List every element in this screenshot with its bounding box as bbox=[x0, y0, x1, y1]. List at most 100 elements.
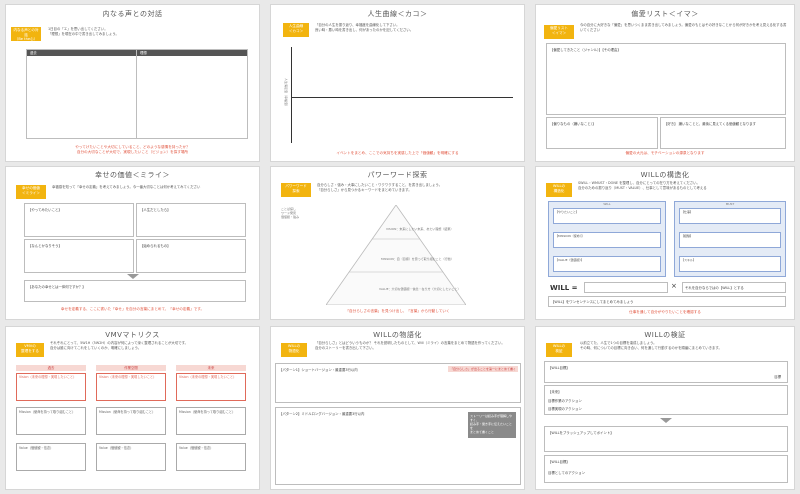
panel-power-word: パワーワード探索 パワーワード 探索 自分らしさ・強み・大事にしたいこと・ワクワ… bbox=[270, 166, 525, 320]
story-short-box[interactable]: 【パターン1】ショートバージョン・最重要3行以内 「自分らしさ」が出ることを第一… bbox=[275, 363, 521, 403]
will-sentence-box[interactable]: 【WILL】をワンセンテンスにしてまとめてみましょう bbox=[548, 296, 786, 307]
panel-will-story: WILLの物語化 WILLの 物語化 「自分らしさ」とはどういうものか？ それを… bbox=[270, 326, 525, 490]
x-axis bbox=[291, 97, 513, 98]
y-axis bbox=[291, 47, 292, 143]
like-label: 【好き】 嫌いなことと、最後に見えてくる価値観となります bbox=[664, 122, 757, 126]
panel-inner-voice: 内なる声との対話 内なる声との対話 （Be the心） 1日目の「エ」を思い出し… bbox=[5, 4, 260, 162]
panel-desc: 「自分の人生を振り返り、幸福度を曲線化して下さい。 良い時・悪い時を書き出し、何… bbox=[315, 23, 414, 32]
panel-title: VMVマトリクス bbox=[105, 331, 160, 339]
col-header-work: 作業空間 bbox=[96, 365, 166, 371]
will-label: WILL bbox=[603, 202, 611, 206]
story-long-label: 【パターン2】ミドルロングバージョン・最重要3行以内 bbox=[279, 412, 365, 416]
formula-box-label: それを自分ならではの【WILL】とする bbox=[685, 286, 744, 290]
will-goal-box[interactable]: 【WILL目標】 目標 bbox=[544, 361, 788, 383]
panel-title: 幸せの価値＜ミライ＞ bbox=[95, 171, 170, 179]
q3-label: 【なんとかなりそう】 bbox=[28, 244, 62, 248]
q2-label: 【人生だとしたら】 bbox=[140, 208, 171, 212]
dislike-box[interactable]: 【偏りなもの（嫌いなこと）】 bbox=[546, 117, 658, 149]
panel-will-verify: WILLの検証 WILLの 検証 以前立てた、人生で1つの目標を達成しましょう。… bbox=[535, 326, 795, 490]
times-sign: × bbox=[671, 282, 677, 290]
final-goal-label: 【WILL目標】 bbox=[548, 460, 570, 464]
panel-happiness: 幸せの価値＜ミライ＞ 幸せの価値 ＜ミライ＞ 幸福感を知って「幸せの定義」を考え… bbox=[5, 166, 260, 320]
value-cell-3[interactable]: Value（価値観・信念） bbox=[176, 443, 246, 471]
panel-desc: 「自分らしさ」とはどういうものか？ それを説明したものとして、Will（ミライ）… bbox=[315, 341, 505, 350]
final-goal-box[interactable]: 【WILL目標】 目標としてのアクション bbox=[544, 455, 788, 483]
future-box[interactable]: 理想 bbox=[136, 49, 248, 139]
q4-label: 【始められるもの】 bbox=[140, 244, 171, 248]
must-row-1[interactable]: 【仕事】 bbox=[679, 208, 781, 224]
panel-desc: 今の自分に大好きな「偏愛」を思いつくまま書き出してみましょう。偏愛のもとはその好… bbox=[580, 23, 787, 32]
past-box[interactable]: 過去 bbox=[26, 49, 138, 139]
vision-cell-3[interactable]: Vision（未来の理想・実現したいこと） bbox=[176, 373, 246, 401]
panel-note: 「自分らしさの言葉」を見つけ出し、「言葉」から行動していく bbox=[345, 309, 450, 313]
must-row-3[interactable]: 【スキル】 bbox=[679, 256, 781, 272]
panel-title: 偏愛リスト＜イマ＞ bbox=[631, 10, 699, 18]
panel-note: やってけたいことや大切にしていること、どのような感情を持ったか？ 自分の大切なこ… bbox=[75, 145, 190, 154]
panel-title: 人生曲線＜カコ＞ bbox=[367, 10, 428, 18]
q2-box[interactable]: 【人生だとしたら】 bbox=[136, 203, 246, 237]
panel-desc: 1日目の「エ」を思い出してください。 「理想」を現在の中で書き出してみましょう。 bbox=[48, 27, 119, 36]
future-action-1: 目標作業のアクション bbox=[548, 399, 582, 403]
formula-will: WILL = bbox=[550, 284, 578, 292]
will-row-2[interactable]: 【MISSION（使命）】 bbox=[553, 232, 661, 248]
story-short-label: 【パターン1】ショートバージョン・最重要3行以内 bbox=[279, 368, 358, 372]
panel-title: パワーワード探索 bbox=[367, 171, 428, 179]
will-sentence-label: 【WILL】をワンセンテンスにしてまとめてみましょう bbox=[551, 300, 634, 304]
panel-tag: 幸せの価値 ＜ミライ＞ bbox=[16, 185, 46, 199]
brushup-box[interactable]: 【WILLをブラッシュアップしてポイント】 bbox=[544, 426, 788, 452]
panel-tag: パワーワード 探索 bbox=[281, 183, 311, 197]
col-header-past: 過去 bbox=[16, 365, 86, 371]
q1-label: 【やってみたいこと】 bbox=[28, 208, 62, 212]
formula-input-1[interactable] bbox=[584, 282, 668, 293]
panel-title: WILLの構造化 bbox=[640, 171, 690, 179]
mission-cell-3[interactable]: Mission（使命を持って取り組むこと） bbox=[176, 407, 246, 435]
value-cell-2[interactable]: Value（価値観・信念） bbox=[96, 443, 166, 471]
mission-cell-2[interactable]: Mission（使命を持って取り組むこと） bbox=[96, 407, 166, 435]
mission-cell-1[interactable]: Mission（使命を持って取り組むこと） bbox=[16, 407, 86, 435]
favorite-box[interactable]: 【偏愛してきたこと（ジャンル）】【その理由】 bbox=[546, 43, 786, 115]
must-row-2[interactable]: 【経験】 bbox=[679, 232, 781, 248]
side-notes: ことば探し ワード発見 価値観・強み bbox=[281, 207, 300, 219]
must-label: MUST bbox=[725, 202, 735, 206]
must-area: MUST 【仕事】 【経験】 【スキル】 bbox=[674, 201, 786, 277]
panel-tag: 偏愛リスト ＜イマ＞ bbox=[544, 25, 574, 39]
panel-life-curve: 人生曲線＜カコ＞ 人生曲線 ＜カコ＞ 「自分の人生を振り返り、幸福度を曲線化して… bbox=[270, 4, 525, 162]
will-row-3[interactable]: 【VALUE（価値観）】 bbox=[553, 256, 661, 272]
vision-cell-1[interactable]: Vision（未来の理想・実現したいこと） bbox=[16, 373, 86, 401]
panel-will-structure: WILLの構造化 WILLの 構造化 SWILL・WMUST・DONE を整理し… bbox=[535, 166, 795, 320]
panel-desc: それぞれにとって、5W1H（5W2H）の内容が何によって深く整理されることが大切… bbox=[50, 341, 189, 350]
vision-cell-2[interactable]: Vision（未来の理想・実現したいこと） bbox=[96, 373, 166, 401]
value-label: VALUE：大切な価値観・信念・在り方（大切にしたいこと） bbox=[379, 287, 461, 291]
panel-note: 偏愛の大元は、モチベーションの源泉となります bbox=[625, 151, 705, 155]
will-row-1[interactable]: 【やりたいこと】 bbox=[553, 208, 661, 224]
story-hint: ストーリーは読み手が理解しやすく、 読み手・聞き手に伝えたいことを まとめて書く… bbox=[468, 412, 516, 438]
will-goal-value: 目標 bbox=[774, 375, 781, 379]
future-actions-box[interactable]: 【未来】 目標作業のアクション 目標実現のアクション bbox=[544, 385, 788, 415]
down-arrow-icon bbox=[127, 274, 139, 279]
happiness-definition-box[interactable]: 【あなたの幸せとは一体何ですか？】 bbox=[24, 280, 246, 302]
will-goal-label: 【WILL目標】 bbox=[548, 366, 570, 370]
panel-tag: VMVの 整理をする bbox=[16, 343, 44, 357]
panel-vmv-matrix: VMVマトリクス VMVの 整理をする それぞれにとって、5W1H（5W2H）の… bbox=[5, 326, 260, 490]
panel-desc: SWILL・WMUST・DONE を整理し、自分にとっての在り方を考えてください… bbox=[578, 181, 707, 190]
story-long-box[interactable]: 【パターン2】ミドルロングバージョン・最重要3行以内 ストーリーは読み手が理解し… bbox=[275, 407, 521, 485]
past-header: 過去 bbox=[27, 50, 137, 56]
value-cell-1[interactable]: Value（価値観・信念） bbox=[16, 443, 86, 471]
panel-tag: WILLの 物語化 bbox=[281, 343, 307, 357]
panel-tag: 内なる声との対話 （Be the心） bbox=[11, 27, 41, 41]
favorite-label: 【偏愛してきたこと（ジャンル）】【その理由】 bbox=[550, 48, 621, 52]
q1-box[interactable]: 【やってみたいこと】 bbox=[24, 203, 134, 237]
will-area: WILL 【やりたいこと】 【MISSION（使命）】 【VALUE（価値観）】 bbox=[548, 201, 666, 277]
dislike-label: 【偏りなもの（嫌いなこと）】 bbox=[550, 122, 596, 126]
vision-label: VISION：未来にしたい未来、あたい理想（結果） bbox=[386, 227, 454, 231]
final-goal-value: 目標としてのアクション bbox=[548, 471, 586, 475]
panel-tag: 人生曲線 ＜カコ＞ bbox=[283, 23, 309, 37]
panel-title: 内なる声との対話 bbox=[102, 10, 163, 18]
like-box[interactable]: 【好き】 嫌いなことと、最後に見えてくる価値観となります bbox=[660, 117, 786, 149]
panel-note: 仕事を通して自分がやりたいことを確認する bbox=[629, 310, 701, 314]
formula-input-2[interactable]: それを自分ならではの【WILL】とする bbox=[682, 282, 786, 293]
q4-box[interactable]: 【始められるもの】 bbox=[136, 239, 246, 273]
q3-box[interactable]: 【なんとかなりそう】 bbox=[24, 239, 134, 273]
panel-favorite-list: 偏愛リスト＜イマ＞ 偏愛リスト ＜イマ＞ 今の自分に大好きな「偏愛」を思いつくま… bbox=[535, 4, 795, 162]
panel-desc: 幸福感を知って「幸せの定義」を考えてみましょう。今一番大切なことは何か考えてみて… bbox=[52, 185, 201, 189]
